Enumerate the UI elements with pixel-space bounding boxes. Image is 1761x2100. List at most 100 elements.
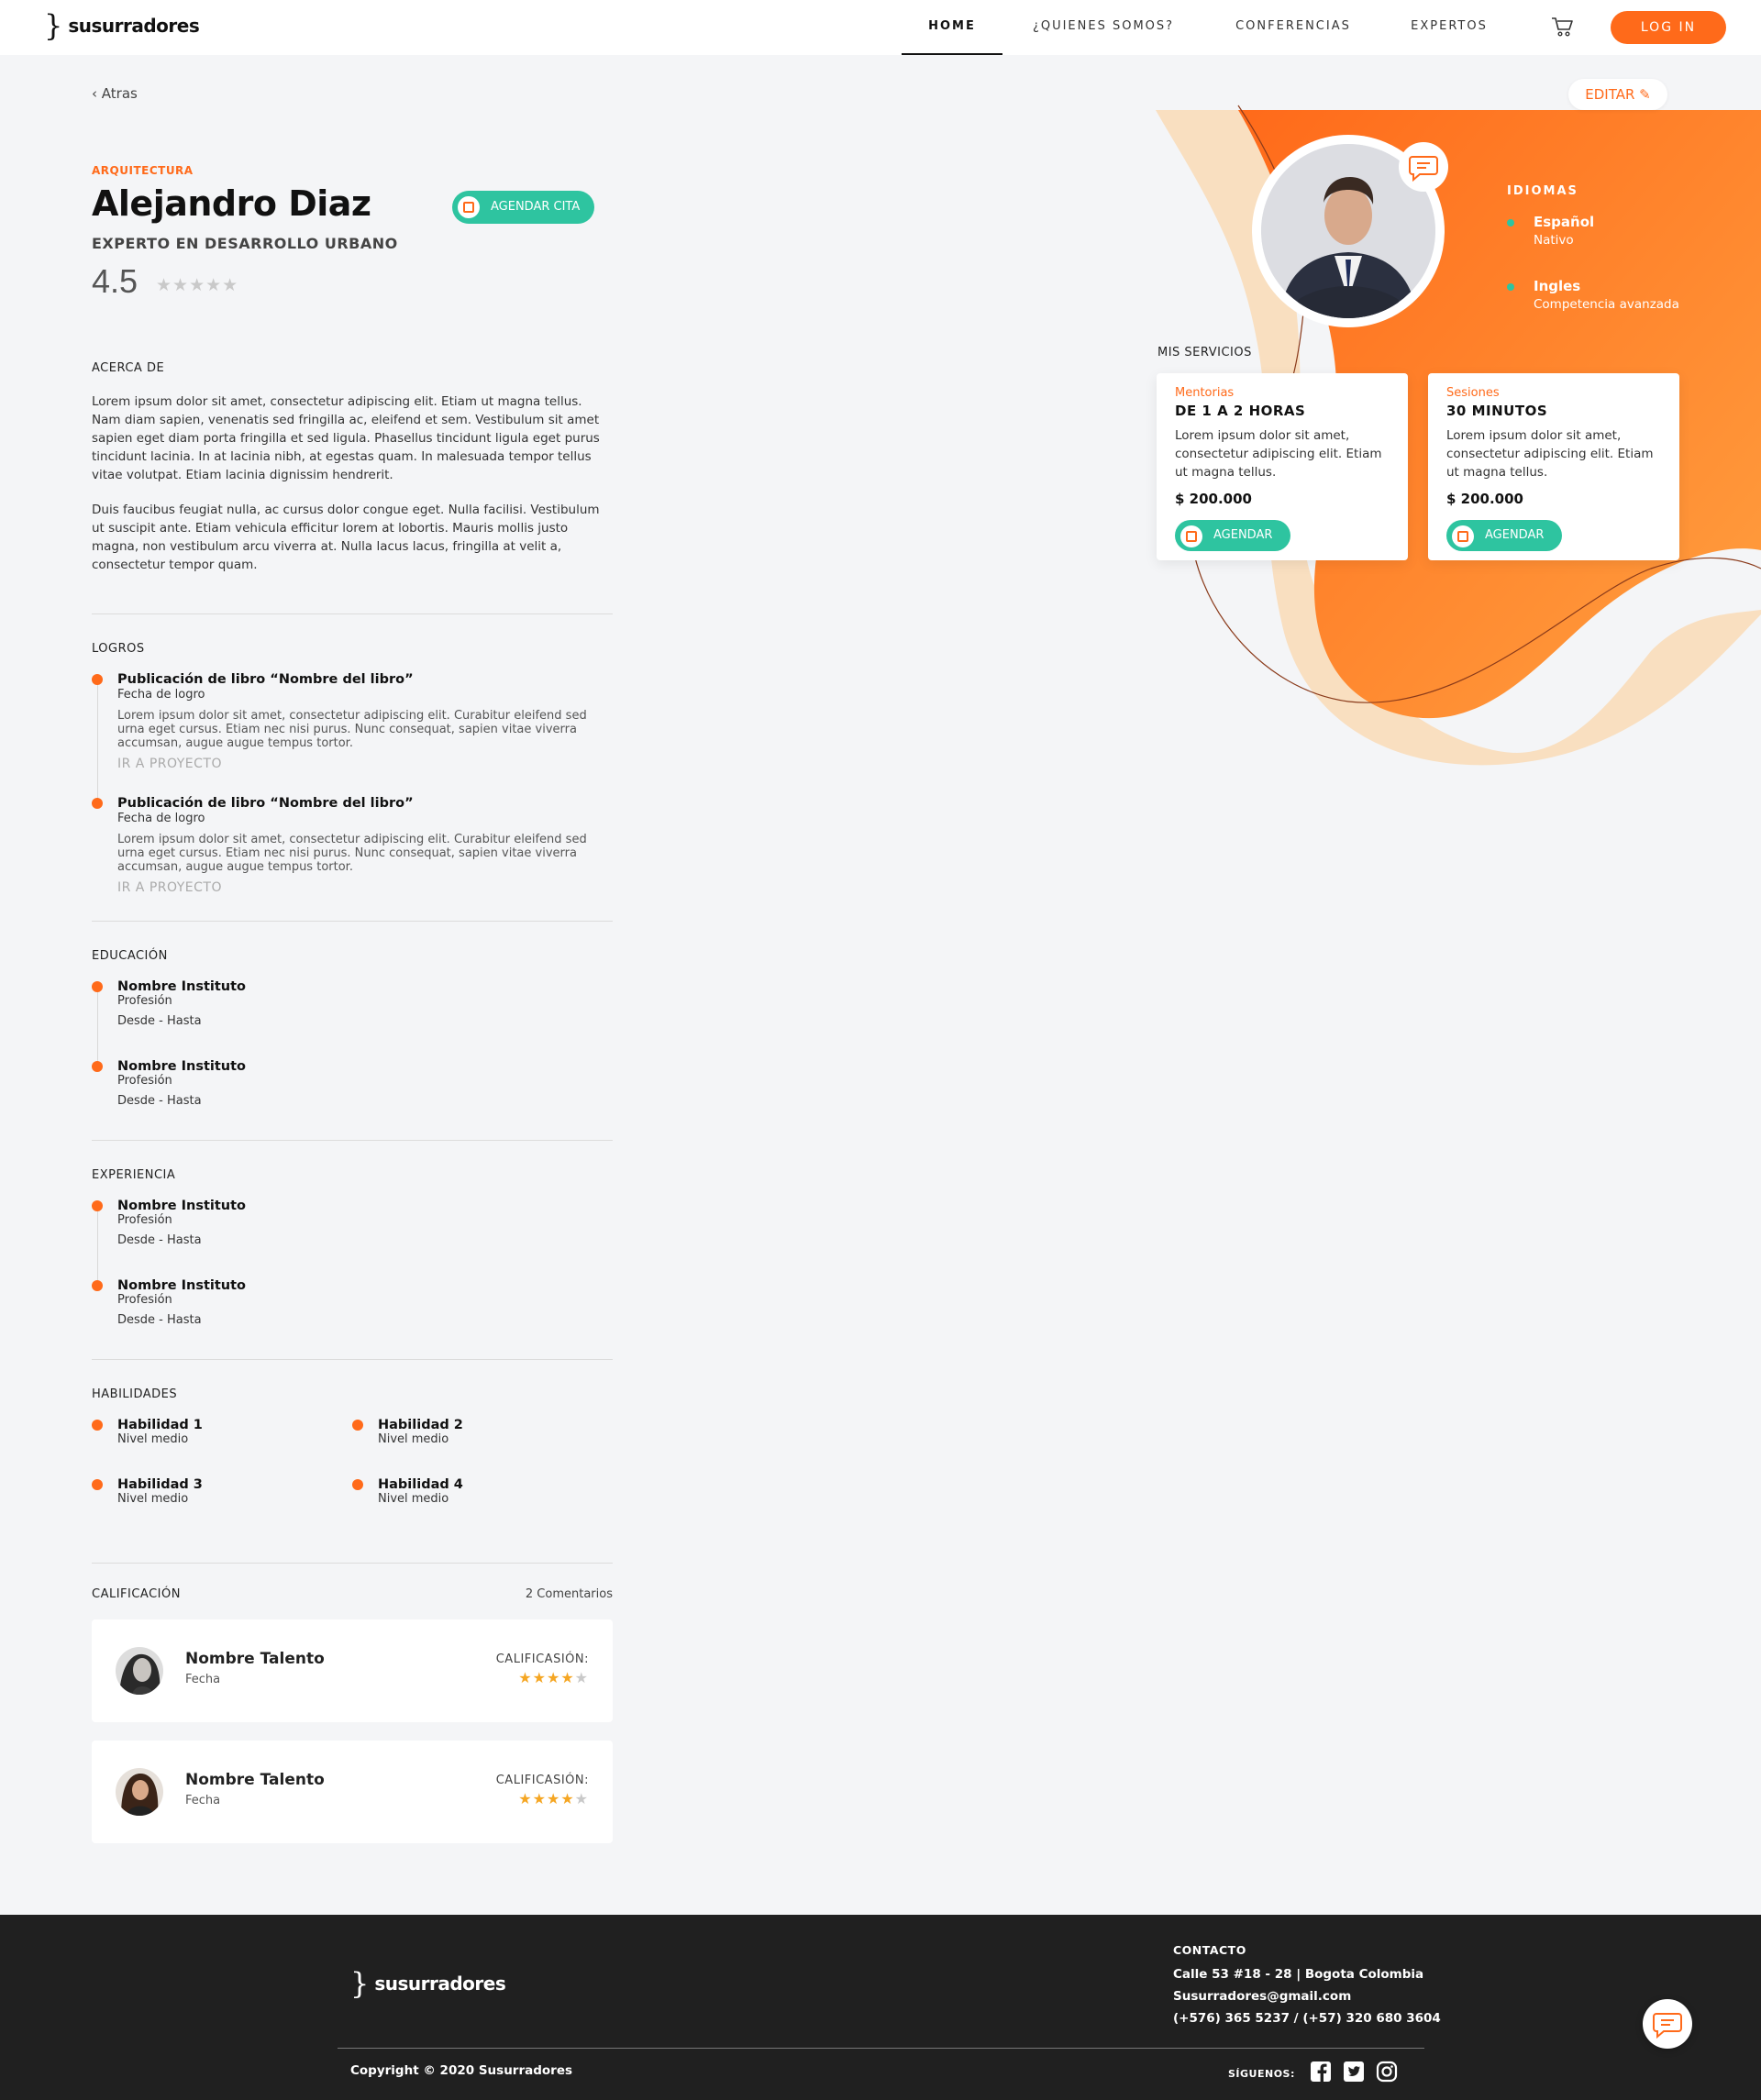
language-level: Nativo	[1534, 233, 1574, 248]
logro-description: Lorem ipsum dolor sit amet, consectetur …	[117, 833, 587, 874]
about-paragraph-2: Duis faucibus feugiat nulla, ac cursus d…	[92, 503, 600, 572]
section-divider	[92, 613, 613, 614]
copyright: Copyright © 2020 Susurradores	[350, 2063, 573, 2078]
back-link[interactable]: ‹ Atras	[92, 85, 138, 102]
comments-count[interactable]: 2 Comentarios	[514, 1587, 613, 1601]
avatar	[116, 1647, 163, 1695]
skill-title: Habilidad 1	[117, 1418, 203, 1432]
profile-category: ARQUITECTURA	[92, 164, 194, 177]
footer-logo[interactable]: } susurradores	[350, 1966, 506, 2001]
skill-dot	[92, 1420, 103, 1431]
contact-email[interactable]: Susurradores@gmail.com	[1173, 1989, 1351, 2004]
service-book-label: AGENDAR	[1485, 528, 1545, 542]
review-stars: ★★★★★	[518, 1790, 589, 1807]
timeline-dot	[92, 798, 103, 809]
logo-mark: }	[350, 1966, 370, 2001]
educacion-heading: EDUCACIÓN	[92, 949, 168, 963]
skill-level: Nivel medio	[117, 1432, 189, 1446]
service-book-button[interactable]: AGENDAR	[1446, 520, 1562, 551]
chat-icon	[1409, 156, 1438, 182]
experience-range: Desde - Hasta	[117, 1233, 202, 1247]
service-book-button[interactable]: AGENDAR	[1175, 520, 1290, 551]
review-card: Nombre Talento Fecha CALIFICASIÓN: ★★★★★	[92, 1619, 613, 1722]
edit-label: EDITAR	[1585, 86, 1635, 103]
review-card: Nombre Talento Fecha CALIFICASIÓN: ★★★★★	[92, 1741, 613, 1843]
skill-level: Nivel medio	[378, 1432, 449, 1446]
chat-fab[interactable]	[1643, 1999, 1692, 2049]
service-description: Lorem ipsum dolor sit amet, consectetur …	[1175, 428, 1382, 480]
section-divider	[92, 1563, 613, 1564]
top-navbar: } susurradores HOME ¿QUIENES SOMOS? CONF…	[0, 0, 1761, 55]
book-appointment-button[interactable]: AGENDAR CITA	[452, 191, 594, 224]
timeline-dot	[92, 1200, 103, 1211]
language-level: Competencia avanzada	[1534, 297, 1679, 312]
cart-icon[interactable]	[1550, 15, 1574, 39]
skill-level: Nivel medio	[117, 1492, 189, 1506]
logro-title: Publicación de libro “Nombre del libro”	[117, 796, 414, 811]
language-dot	[1507, 219, 1514, 227]
logo-text: susurradores	[374, 1973, 506, 1995]
review-stars: ★★★★★	[518, 1669, 589, 1686]
review-date: Fecha	[185, 1673, 221, 1686]
nav-expertos[interactable]: EXPERTOS	[1394, 0, 1504, 55]
service-title: 30 MINUTOS	[1446, 403, 1548, 419]
skill-dot	[92, 1479, 103, 1490]
experience-range: Desde - Hasta	[117, 1313, 202, 1327]
logro-project-link[interactable]: IR A PROYECTO	[117, 757, 222, 771]
section-divider	[92, 1359, 613, 1360]
education-range: Desde - Hasta	[117, 1094, 202, 1108]
logro-date: Fecha de logro	[117, 688, 205, 702]
education-institution: Nombre Instituto	[117, 979, 247, 994]
calendar-icon	[1452, 525, 1474, 547]
section-divider	[92, 1140, 613, 1141]
timeline-dot	[92, 1061, 103, 1072]
instagram-icon[interactable]	[1376, 2061, 1398, 2083]
idiomas-heading: IDIOMAS	[1507, 184, 1578, 198]
calendar-icon	[458, 196, 480, 218]
nav-conferencias[interactable]: CONFERENCIAS	[1220, 0, 1367, 55]
nav-quienes-somos[interactable]: ¿QUIENES SOMOS?	[1018, 0, 1189, 55]
service-description: Lorem ipsum dolor sit amet, consectetur …	[1446, 428, 1654, 480]
education-institution: Nombre Instituto	[117, 1059, 247, 1074]
avatar	[116, 1768, 163, 1816]
rating-stars: ★★★★★	[156, 275, 239, 295]
login-button[interactable]: LOG IN	[1611, 11, 1726, 44]
experiencia-heading: EXPERIENCIA	[92, 1168, 176, 1182]
edit-button[interactable]: EDITAR ✎	[1568, 79, 1667, 110]
logro-title: Publicación de libro “Nombre del libro”	[117, 672, 414, 687]
calendar-icon	[1180, 525, 1202, 547]
logro-project-link[interactable]: IR A PROYECTO	[117, 880, 222, 895]
review-rating-label: CALIFICASIÓN:	[495, 1774, 589, 1787]
education-range: Desde - Hasta	[117, 1014, 202, 1028]
experience-profession: Profesión	[117, 1213, 172, 1227]
logro-date: Fecha de logro	[117, 812, 205, 825]
contact-address: Calle 53 #18 - 28 | Bogota Colombia	[1173, 1967, 1424, 1982]
logro-description: Lorem ipsum dolor sit amet, consectetur …	[117, 709, 587, 750]
about-paragraph-1: Lorem ipsum dolor sit amet, consectetur …	[92, 394, 600, 482]
chevron-left-icon: ‹	[92, 85, 102, 102]
language-name: Ingles	[1534, 278, 1581, 294]
twitter-icon[interactable]	[1343, 2061, 1365, 2083]
nav-home[interactable]: HOME	[902, 0, 1002, 55]
review-rating-label: CALIFICASIÓN:	[495, 1652, 589, 1666]
experience-institution: Nombre Instituto	[117, 1278, 247, 1293]
services-heading: MIS SERVICIOS	[1157, 346, 1252, 359]
skill-level: Nivel medio	[378, 1492, 449, 1506]
book-appointment-label: AGENDAR CITA	[491, 200, 581, 214]
education-profession: Profesión	[117, 994, 172, 1008]
message-button[interactable]	[1399, 142, 1448, 192]
language-name: Español	[1534, 214, 1595, 230]
service-category: Mentorias	[1175, 386, 1235, 400]
service-card: Sesiones 30 MINUTOS Lorem ipsum dolor si…	[1428, 373, 1679, 560]
review-date: Fecha	[185, 1794, 221, 1807]
logros-heading: LOGROS	[92, 642, 145, 656]
profile-name: Alejandro Diaz	[92, 183, 371, 224]
skill-dot	[352, 1420, 363, 1431]
timeline-dot	[92, 981, 103, 992]
brand-logo[interactable]: } susurradores	[44, 9, 200, 42]
rating-value: 4.5	[92, 262, 138, 300]
reviewer-name: Nombre Talento	[185, 1650, 325, 1668]
about-heading: ACERCA DE	[92, 361, 165, 375]
timeline-line	[97, 1210, 98, 1288]
facebook-icon[interactable]	[1310, 2061, 1332, 2083]
